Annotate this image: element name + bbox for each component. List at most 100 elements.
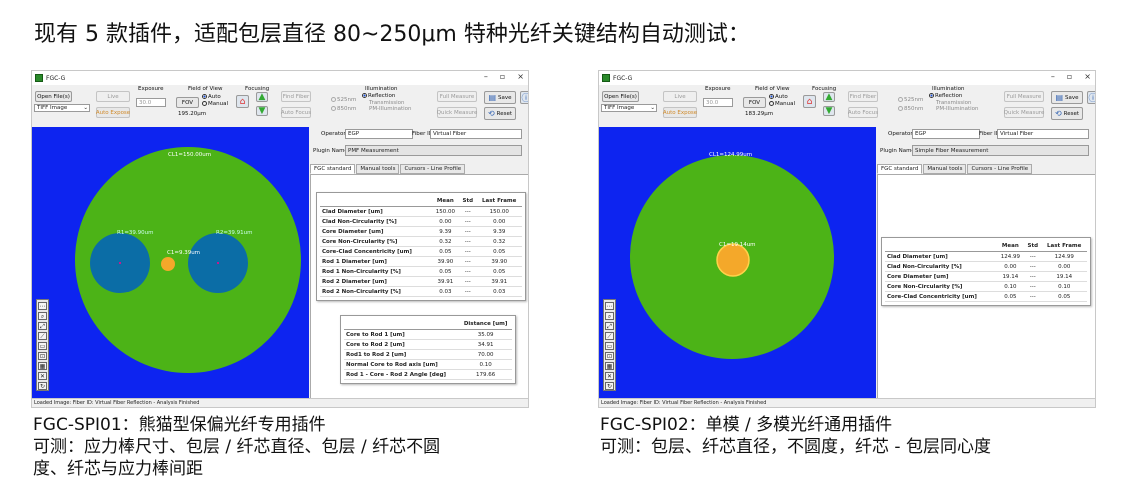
pointer-icon[interactable]: ▭: [605, 342, 614, 350]
operator-label: Operator: [888, 131, 913, 137]
pm-illumination-label[interactable]: PM-Illumination: [369, 106, 412, 112]
measure-icon[interactable]: ⟋: [605, 332, 614, 340]
tab-manual-tools[interactable]: Manual tools: [356, 164, 400, 174]
mean-cell: 0.10: [996, 281, 1025, 292]
table-row: Clad Diameter [um] 150.00 --- 150.00: [320, 206, 522, 217]
525nm-radio[interactable]: 525nm: [898, 97, 923, 103]
find-fiber-button[interactable]: Find Fiber: [848, 91, 878, 102]
open-files-button[interactable]: Open File(s): [602, 91, 639, 102]
exposure-input[interactable]: 30.0: [703, 98, 733, 107]
fov-manual-radio[interactable]: Manual: [769, 101, 795, 107]
arrow-down-icon[interactable]: ▼: [256, 106, 268, 116]
pan-icon[interactable]: ⋯: [605, 302, 614, 310]
home-icon[interactable]: ⌂: [803, 95, 816, 108]
auto-expose-button[interactable]: Auto Expose: [96, 107, 130, 118]
reflection-radio[interactable]: Reflection: [929, 93, 962, 99]
last-frame-cell: 0.32: [476, 236, 522, 247]
850nm-radio[interactable]: 850nm: [331, 106, 356, 112]
save-button[interactable]: ▤ Save: [484, 91, 516, 104]
col-name: [320, 196, 432, 207]
fiber-image-view[interactable]: CL1=124.99um C1=19.14um ⋯ ⌕ ⤢ ⟋ ▭ ⊡ ▦ ✕ …: [599, 127, 876, 400]
arrow-down-icon[interactable]: ▼: [823, 106, 835, 116]
fit-icon[interactable]: ⊡: [38, 352, 47, 360]
fov-button[interactable]: FOV: [176, 97, 199, 108]
fit-icon[interactable]: ⊡: [605, 352, 614, 360]
grid-icon[interactable]: ▦: [38, 362, 47, 370]
auto-focus-button[interactable]: Auto Focus: [281, 107, 311, 118]
table-header-row: Distance [um]: [344, 319, 512, 330]
reset-button[interactable]: ⟲ Reset: [1051, 107, 1083, 120]
home-icon[interactable]: ⌂: [236, 95, 249, 108]
rod2-label: R2=39.91um: [216, 230, 253, 236]
fiberid-field[interactable]: Virtual Fiber: [430, 129, 522, 139]
tab-cursors-line-profile[interactable]: Cursors - Line Profile: [967, 164, 1033, 174]
live-button[interactable]: Live: [663, 91, 697, 102]
close-button[interactable]: ×: [517, 72, 524, 81]
std-cell: ---: [1024, 291, 1042, 302]
plugin-field[interactable]: Simple Fiber Measurement: [912, 145, 1089, 156]
fiber-image-view[interactable]: CL1=150.00um R1=39.90um R2=39.91um C1=9.…: [32, 127, 309, 400]
pointer-icon[interactable]: ▭: [38, 342, 47, 350]
mean-cell: 39.90: [431, 256, 460, 267]
crosshair-icon[interactable]: ✕: [605, 372, 614, 380]
tab-fgc-standard[interactable]: FGC standard: [877, 164, 923, 174]
select-icon[interactable]: ⤢: [605, 322, 614, 330]
close-button[interactable]: ×: [1084, 72, 1091, 81]
auto-expose-button[interactable]: Auto Expose: [663, 107, 697, 118]
full-measure-button[interactable]: Full Measure: [437, 91, 477, 102]
file-type-select[interactable]: TIFF Image ⌄: [601, 104, 657, 112]
plugin-field[interactable]: PMF Measurement: [345, 145, 522, 156]
full-measure-button[interactable]: Full Measure: [1004, 91, 1044, 102]
live-button[interactable]: Live: [96, 91, 130, 102]
crosshair-icon[interactable]: ✕: [38, 372, 47, 380]
auto-focus-button[interactable]: Auto Focus: [848, 107, 878, 118]
select-icon[interactable]: ⤢: [38, 322, 47, 330]
screenshot-panel-spi01: FGC-G – ▫ × Open File(s) TIFF Image ⌄ Exp…: [31, 70, 529, 408]
tab-cursors-line-profile[interactable]: Cursors - Line Profile: [400, 164, 466, 174]
operator-field[interactable]: EGP: [345, 129, 413, 139]
save-label: Save: [498, 94, 512, 101]
maximize-button[interactable]: ▫: [1067, 72, 1072, 81]
file-type-select[interactable]: TIFF Image ⌄: [34, 104, 90, 112]
tab-fgc-standard[interactable]: FGC standard: [310, 164, 356, 174]
fov-auto-radio[interactable]: Auto: [769, 94, 788, 100]
fov-auto-radio[interactable]: Auto: [202, 94, 221, 100]
maximize-button[interactable]: ▫: [500, 72, 505, 81]
info-icon[interactable]: ⓘ: [1087, 91, 1095, 104]
reset-view-icon[interactable]: ↻: [38, 382, 47, 390]
reset-button[interactable]: ⟲ Reset: [484, 107, 516, 120]
reset-view-icon[interactable]: ↻: [605, 382, 614, 390]
clad-label: CL1=124.99um: [709, 152, 753, 158]
minimize-button[interactable]: –: [1051, 72, 1055, 81]
525nm-radio[interactable]: 525nm: [331, 97, 356, 103]
pan-icon[interactable]: ⋯: [38, 302, 47, 310]
row-label: Rod 1 - Core - Rod 2 Angle [deg]: [344, 369, 460, 380]
zoom-icon[interactable]: ⌕: [605, 312, 614, 320]
info-icon[interactable]: ⓘ: [520, 91, 528, 104]
fov-button[interactable]: FOV: [743, 97, 766, 108]
measure-icon[interactable]: ⟋: [38, 332, 47, 340]
zoom-icon[interactable]: ⌕: [38, 312, 47, 320]
caption-spi01-line3: 度、纤芯与应力棒间距: [33, 459, 203, 479]
arrow-up-icon[interactable]: ▲: [823, 92, 835, 102]
reflection-radio[interactable]: Reflection: [362, 93, 395, 99]
minimize-button[interactable]: –: [484, 72, 488, 81]
reflection-label: Reflection: [935, 93, 963, 99]
operator-label: Operator: [321, 131, 346, 137]
find-fiber-button[interactable]: Find Fiber: [281, 91, 311, 102]
525nm-label: 525nm: [904, 97, 924, 103]
open-files-button[interactable]: Open File(s): [35, 91, 72, 102]
850nm-radio[interactable]: 850nm: [898, 106, 923, 112]
save-button[interactable]: ▤ Save: [1051, 91, 1083, 104]
fiberid-field[interactable]: Virtual Fiber: [997, 129, 1089, 139]
pm-illumination-label[interactable]: PM-Illumination: [936, 106, 979, 112]
exposure-input[interactable]: 30.0: [136, 98, 166, 107]
arrow-up-icon[interactable]: ▲: [256, 92, 268, 102]
fov-manual-radio[interactable]: Manual: [202, 101, 228, 107]
quick-measure-button[interactable]: Quick Measure: [437, 107, 477, 118]
std-cell: ---: [1024, 281, 1042, 292]
grid-icon[interactable]: ▦: [605, 362, 614, 370]
quick-measure-button[interactable]: Quick Measure: [1004, 107, 1044, 118]
operator-field[interactable]: EGP: [912, 129, 980, 139]
tab-manual-tools[interactable]: Manual tools: [923, 164, 967, 174]
